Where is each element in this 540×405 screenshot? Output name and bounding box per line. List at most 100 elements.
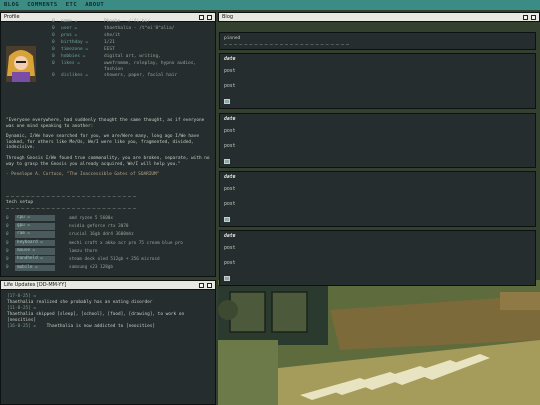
blog-post[interactable]: date post post: [219, 230, 536, 286]
entry-text: Thaethalia is now addicted to [neocities…: [46, 323, 156, 329]
minimize-icon[interactable]: [199, 282, 204, 288]
blog-post[interactable]: date post post: [219, 113, 536, 168]
entry-text: Thaethalia realized she probably has an …: [7, 299, 153, 305]
tech-row: 0 ram = crucial 16gb ddr4 3600mhz: [6, 231, 206, 239]
field-row: 0 likes = wwefromme, roleplay, hypno audio…: [52, 61, 212, 72]
tech-key: gpu =: [15, 223, 55, 230]
tech-value: mechi craft x akko acr pro 75 cream blue…: [69, 240, 183, 246]
tech-row: 0 gpu = nvidia geforce rtx 3070: [6, 222, 206, 230]
tech-value: steam deck oled 512gb + 256 microsd: [69, 257, 160, 263]
post-line: post: [224, 69, 236, 74]
field-value: thaethalia - /t^ei'0^alia/: [104, 25, 175, 31]
life-updates-list: [17-8-25] = Thaethalia realized she prob…: [1, 290, 215, 333]
tech-row: 0 keyboard = mechi craft x akko acr pro 75…: [6, 239, 206, 247]
field-key: dislikes =: [61, 73, 89, 79]
life-updates-title: Life Updates [DD-MM-YY]: [4, 282, 67, 288]
tech-index: 0: [6, 240, 9, 246]
post-date: date: [224, 175, 236, 180]
tech-key: handheld =: [15, 256, 55, 263]
field-index: 0: [52, 39, 55, 45]
quote-attribution: - Penelope A. Cortoco, "The Inaccessible…: [6, 172, 160, 178]
field-value: she/it: [104, 32, 121, 38]
tech-index: 0: [6, 248, 9, 254]
tech-key: mouse =: [15, 248, 55, 255]
profile-title: Profile: [4, 14, 20, 20]
field-value: 1/21: [104, 39, 115, 45]
tech-key: keyboard =: [15, 239, 55, 247]
tech-index: 0: [6, 232, 9, 238]
nav-etc[interactable]: ETC: [66, 2, 77, 8]
field-index: 0: [52, 32, 55, 38]
post-date: date: [224, 57, 236, 62]
field-value: wwefromme, roleplay, hypno audios, fashi…: [104, 60, 197, 72]
profile-fields: 0 name = Phoebe - /'fi:bi/ 0 user = thaethal…: [52, 19, 212, 80]
post-line: post: [224, 246, 236, 251]
blog-titlebar[interactable]: Blog: [219, 13, 539, 22]
blog-window: Blog: [218, 12, 540, 22]
field-key: likes =: [61, 60, 80, 66]
nav-about[interactable]: ABOUT: [85, 2, 104, 8]
field-index: 0: [52, 19, 55, 24]
blog-post[interactable]: date post post: [219, 171, 536, 227]
post-line: post: [224, 202, 236, 207]
quote-paragraph: "Everyone everywhere, had suddenly thoug…: [6, 118, 205, 129]
post-line: post: [224, 84, 236, 89]
field-value: digital art, writing,: [104, 53, 161, 59]
tech-row: 0 handheld = steam deck oled 512gb + 256 m…: [6, 255, 206, 263]
tech-value: crucial 16gb ddr4 3600mhz: [69, 232, 134, 238]
avatar: [6, 46, 36, 82]
nav-comments[interactable]: COMMENTS: [27, 2, 58, 8]
field-row: 0 birthday = 1/21: [52, 40, 212, 46]
close-icon[interactable]: [207, 282, 212, 288]
field-row: 0 name = Phoebe - /'fi:bi/: [52, 19, 212, 25]
nav-blog[interactable]: BLOG: [4, 2, 19, 8]
tech-index: 0: [6, 215, 9, 221]
field-index: 0: [52, 60, 55, 66]
entry-date: [17-8-25] =: [7, 294, 37, 299]
post-line: post: [224, 144, 236, 149]
minimize-icon[interactable]: [523, 14, 528, 20]
life-entry: [16-8-25] = Thaethalia is now addicted t…: [7, 324, 209, 330]
field-value: Phoebe - /'fi:bi/: [104, 19, 151, 24]
field-key: birthday =: [61, 39, 89, 45]
top-nav: BLOG COMMENTS ETC ABOUT: [0, 0, 540, 10]
field-row: 0 hobbies = digital art, writing,: [52, 54, 212, 60]
post-line: post: [224, 187, 236, 192]
field-row: 0 user = thaethalia - /t^ei'0^alia/: [52, 26, 212, 32]
tech-value: nvidia geforce rtx 3070: [69, 223, 129, 229]
entry-date: [16-8-25] =: [7, 323, 37, 329]
post-line: post: [224, 129, 236, 134]
tech-setup-list: 0 cpu = amd ryzen 5 5600x 0 gpu = nvidia gef…: [6, 214, 206, 272]
image-icon: [224, 217, 230, 222]
tech-value: samsung s23 128gb: [69, 265, 113, 271]
tech-key: ram =: [15, 231, 55, 238]
pinned-post[interactable]: pinned: [219, 32, 536, 50]
field-row: 0 dislikes = showers, paper, facial hair: [52, 73, 212, 79]
profile-quote: "Everyone everywhere, had suddenly thoug…: [6, 118, 212, 183]
field-key: pros =: [61, 32, 78, 38]
field-row: 0 timezone = EEST: [52, 47, 212, 53]
tech-index: 0: [6, 257, 9, 263]
field-value: showers, paper, facial hair: [104, 73, 178, 79]
tech-key: mobile =: [15, 264, 55, 272]
tech-index: 0: [6, 223, 9, 229]
life-updates-window: Life Updates [DD-MM-YY] [17-8-25] = Thae…: [0, 280, 216, 405]
divider: [6, 196, 136, 197]
entry-text: Thaethalia skipped [sleep], [school], [f…: [7, 311, 185, 323]
tech-setup-heading: tech setup: [6, 200, 34, 205]
tech-key: cpu =: [15, 214, 55, 222]
post-date: date: [224, 234, 236, 239]
field-row: 0 pros = she/it: [52, 33, 212, 39]
close-icon[interactable]: [531, 14, 536, 20]
field-index: 0: [52, 53, 55, 59]
entry-date: [11-8-25] =: [7, 305, 37, 311]
quote-paragraph: Dynamic, I/We have searched for you, we …: [6, 134, 199, 151]
blog-post[interactable]: date post post: [219, 53, 536, 109]
field-value: EEST: [104, 46, 115, 52]
post-date: date: [224, 117, 236, 122]
life-updates-titlebar[interactable]: Life Updates [DD-MM-YY]: [1, 281, 215, 290]
tech-index: 0: [6, 265, 9, 271]
tech-row: 0 mobile = samsung s23 128gb: [6, 264, 206, 272]
tech-row: 0 cpu = amd ryzen 5 5600x: [6, 214, 206, 222]
image-icon: [224, 99, 230, 104]
